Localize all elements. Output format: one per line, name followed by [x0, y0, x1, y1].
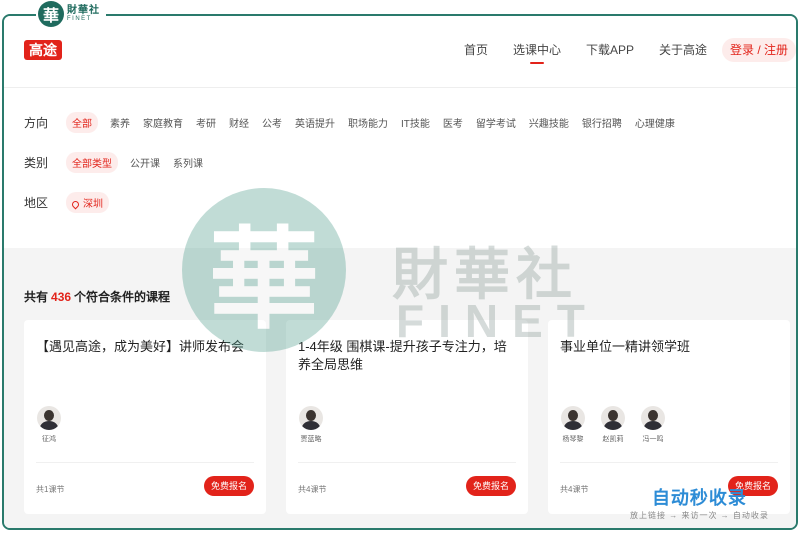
lesson-count: 共4课节	[298, 485, 327, 494]
gaotu-logo[interactable]: 高途	[24, 40, 62, 60]
filter-label-category: 类别	[24, 156, 49, 170]
filter-panel: 方向 全部 素养 家庭教育 考研 财经 公考 英语提升 职场能力 IT技能 医考…	[4, 88, 796, 246]
nav-home[interactable]: 首页	[464, 40, 488, 64]
lesson-count: 共4课节	[560, 485, 589, 494]
chip-direction[interactable]: 兴趣技能	[529, 115, 569, 130]
teacher-list: 贾蓝略	[298, 406, 324, 444]
course-card[interactable]: 1-4年级 围棋课-提升孩子专注力，培养全局思维 贾蓝略 共4课节 免费报名	[286, 320, 528, 514]
chip-direction[interactable]: 银行招聘	[582, 115, 622, 130]
teacher-name: 征鸿	[42, 436, 56, 443]
nav-about[interactable]: 关于高途	[659, 40, 707, 64]
chip-direction[interactable]: 心理健康	[635, 115, 675, 130]
course-title[interactable]: 【遇见高途，成为美好】讲师发布会	[36, 338, 254, 356]
teacher-name: 赵凯莉	[602, 436, 624, 443]
result-count: 共有 436 个符合条件的课程	[24, 288, 170, 305]
avatar	[299, 406, 323, 430]
finet-badge: 華 財華社 FINET	[36, 0, 106, 28]
teacher-name: 杨琴黎	[562, 436, 584, 443]
auto-index-stamp: 自动秒收录 放上链接 → 来访一次 → 自动收录	[630, 484, 769, 521]
page-frame: 高途 首页 选课中心 下载APP 关于高途 登录 / 注册 方向 全部 素养 家…	[2, 14, 798, 530]
filter-row-direction: 方向 全部 素养 家庭教育 考研 财经 公考 英语提升 职场能力 IT技能 医考…	[24, 112, 688, 133]
avatar	[561, 406, 585, 430]
teacher: 贾蓝略	[298, 406, 324, 444]
avatar	[641, 406, 665, 430]
teacher-list: 杨琴黎 赵凯莉 冯一鸣	[560, 406, 666, 444]
course-card[interactable]: 【遇见高途，成为美好】讲师发布会 征鸿 共1课节 免费报名	[24, 320, 266, 514]
avatar	[601, 406, 625, 430]
lesson-count: 共1课节	[36, 485, 65, 494]
divider	[560, 462, 778, 463]
finet-seal-icon: 華	[38, 1, 64, 27]
chip-category-public[interactable]: 公开课	[130, 155, 160, 170]
chip-direction[interactable]: 考研	[196, 115, 216, 130]
chip-direction[interactable]: 素养	[110, 115, 130, 130]
nav-course-center[interactable]: 选课中心	[513, 40, 561, 64]
course-title[interactable]: 1-4年级 围棋课-提升孩子专注力，培养全局思维	[298, 338, 516, 374]
teacher-name: 冯一鸣	[642, 436, 664, 443]
chip-direction[interactable]: 家庭教育	[143, 115, 183, 130]
chip-direction-all[interactable]: 全部	[66, 112, 98, 133]
nav-download-app[interactable]: 下载APP	[586, 40, 634, 64]
divider	[36, 462, 254, 463]
teacher: 冯一鸣	[640, 406, 666, 444]
chip-direction[interactable]: 公考	[262, 115, 282, 130]
free-enroll-button[interactable]: 免费报名	[465, 476, 516, 496]
header: 高途 首页 选课中心 下载APP 关于高途 登录 / 注册	[4, 16, 796, 88]
result-count-number: 436	[51, 290, 72, 304]
chip-direction[interactable]: 医考	[443, 115, 463, 130]
chip-region[interactable]: 深圳	[66, 192, 109, 213]
chip-direction[interactable]: 英语提升	[295, 115, 335, 130]
teacher-name: 贾蓝略	[300, 436, 322, 443]
filter-row-category: 类别 全部类型 公开课 系列课	[24, 152, 216, 173]
finet-cn: 財華社	[67, 5, 100, 16]
filter-label-direction: 方向	[24, 116, 49, 130]
stamp-main: 自动秒收录	[651, 488, 747, 508]
stamp-sub: 放上链接 → 来访一次 → 自动收录	[630, 511, 769, 520]
teacher: 赵凯莉	[600, 406, 626, 444]
main-nav: 首页 选课中心 下载APP 关于高途	[464, 40, 732, 64]
chip-category-all[interactable]: 全部类型	[66, 152, 118, 173]
chip-category-series[interactable]: 系列课	[173, 155, 203, 170]
chip-direction[interactable]: 职场能力	[348, 115, 388, 130]
result-count-suffix: 个符合条件的课程	[74, 290, 171, 304]
avatar	[37, 406, 61, 430]
chip-direction[interactable]: 留学考试	[476, 115, 516, 130]
login-register-button[interactable]: 登录 / 注册	[722, 38, 796, 62]
free-enroll-button[interactable]: 免费报名	[203, 476, 254, 496]
teacher-list: 征鸿	[36, 406, 62, 444]
finet-text: 財華社 FINET	[67, 5, 100, 23]
chip-direction[interactable]: IT技能	[401, 115, 430, 130]
divider	[298, 462, 516, 463]
teacher: 杨琴黎	[560, 406, 586, 444]
result-count-prefix: 共有	[24, 290, 49, 304]
filter-label-region: 地区	[24, 196, 49, 210]
chip-direction[interactable]: 财经	[229, 115, 249, 130]
finet-en: FINET	[67, 16, 92, 22]
location-pin-icon	[70, 199, 81, 210]
course-title[interactable]: 事业单位一精讲领学班	[560, 338, 778, 356]
teacher: 征鸿	[36, 406, 62, 444]
filter-row-region: 地区 深圳	[24, 192, 121, 213]
region-value: 深圳	[83, 199, 103, 210]
